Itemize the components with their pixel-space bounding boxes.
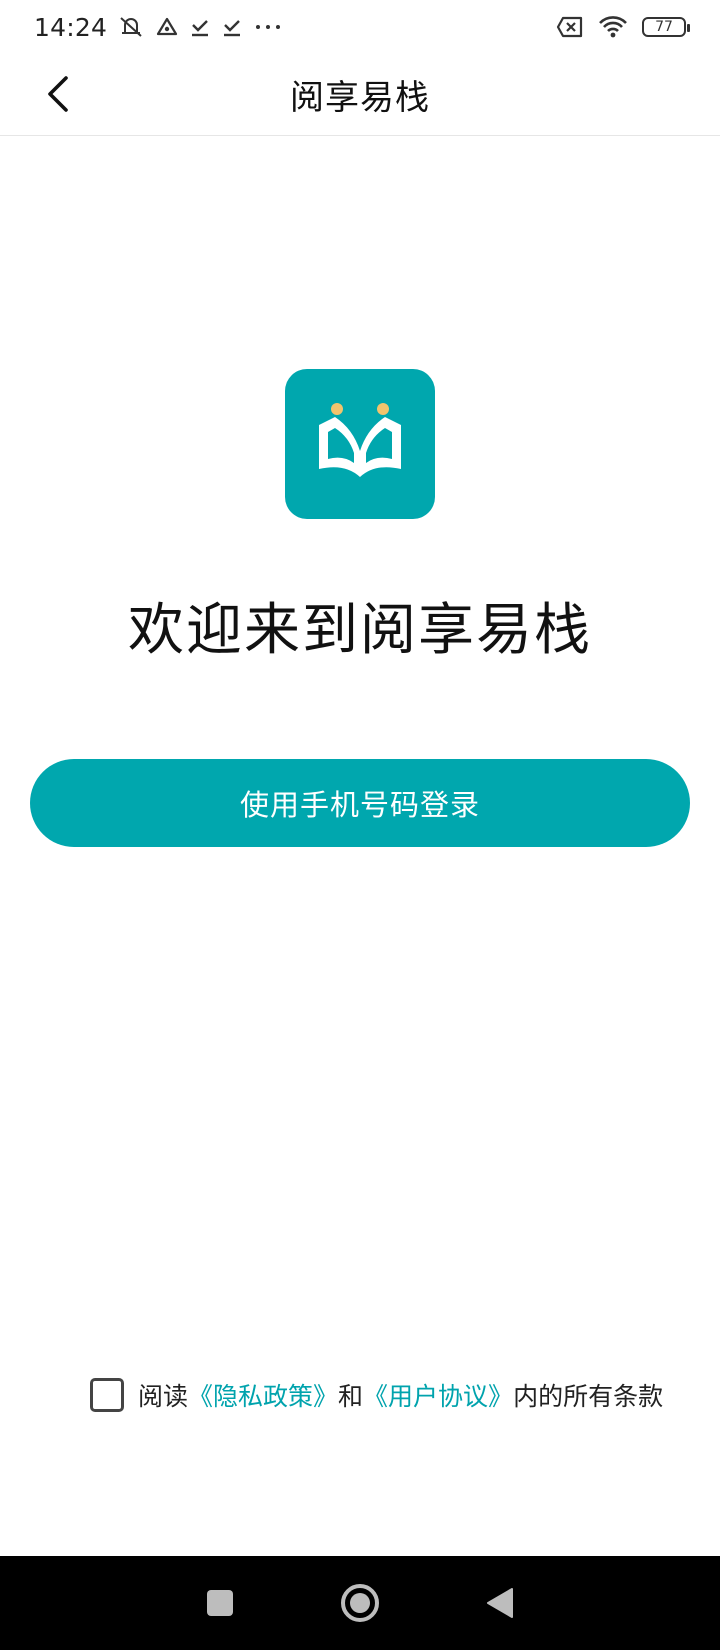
agreement-and: 和 xyxy=(338,1382,364,1411)
welcome-heading: 欢迎来到阅享易栈 xyxy=(128,598,592,663)
recents-square-icon xyxy=(207,1590,233,1616)
home-button[interactable] xyxy=(330,1573,390,1633)
agreement-row: 阅读《隐私政策》和《用户协议》内的所有条款 xyxy=(90,1376,663,1414)
app-header: 阅享易栈 xyxy=(0,54,720,136)
back-triangle-icon xyxy=(487,1588,513,1618)
agreement-text: 阅读《隐私政策》和《用户协议》内的所有条款 xyxy=(138,1377,663,1413)
page-title: 阅享易栈 xyxy=(290,78,430,118)
phone-login-button[interactable]: 使用手机号码登录 xyxy=(30,759,690,847)
back-button[interactable] xyxy=(30,66,86,122)
agreement-prefix: 阅读 xyxy=(138,1382,189,1411)
system-nav-bar xyxy=(0,1556,720,1650)
wifi-icon xyxy=(598,15,628,39)
status-time: 14:24 xyxy=(34,12,108,42)
status-bar: 14:24 77 xyxy=(0,0,720,54)
status-left: 14:24 xyxy=(34,13,283,42)
status-right: 77 xyxy=(556,15,690,39)
chevron-left-icon xyxy=(48,76,68,112)
login-screen: 14:24 77 阅享易栈 欢迎来到阅享易栈 使用手机号码登录 阅读《隐私政策》… xyxy=(0,0,720,1650)
recents-button[interactable] xyxy=(190,1573,250,1633)
mute-icon xyxy=(117,15,145,39)
agreement-checkbox[interactable] xyxy=(90,1378,124,1412)
no-sim-icon xyxy=(556,16,584,38)
agreement-suffix: 内的所有条款 xyxy=(513,1382,664,1411)
more-icon xyxy=(253,22,283,32)
battery-icon: 77 xyxy=(642,17,690,37)
back-nav-button[interactable] xyxy=(470,1573,530,1633)
privacy-policy-link[interactable]: 《隐私政策》 xyxy=(188,1382,338,1411)
open-book-icon xyxy=(319,403,401,477)
download-done-icon xyxy=(221,16,243,38)
home-circle-icon xyxy=(341,1584,379,1622)
user-agreement-link[interactable]: 《用户协议》 xyxy=(363,1382,513,1411)
battery-level: 77 xyxy=(655,19,673,35)
signal-alert-icon xyxy=(155,16,179,38)
app-logo xyxy=(285,369,435,519)
download-done-icon xyxy=(189,16,211,38)
